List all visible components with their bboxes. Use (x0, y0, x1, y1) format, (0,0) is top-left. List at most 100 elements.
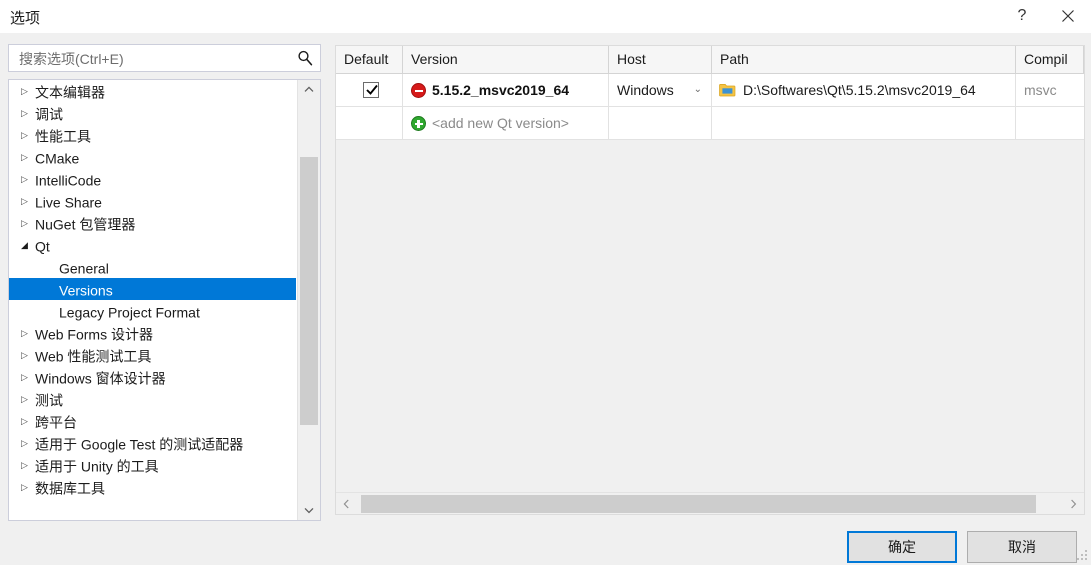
chevron-down-icon[interactable]: ⌄ (694, 74, 702, 106)
tree-item-cmake[interactable]: ▷ CMake (9, 146, 297, 168)
tree-item-google-test[interactable]: ▷ 适用于 Google Test 的测试适配器 (9, 432, 297, 454)
grid-scrollbar-thumb[interactable] (361, 495, 1036, 513)
search-box[interactable] (8, 44, 321, 73)
tree-item-label: Qt (35, 238, 50, 255)
cell-default[interactable] (336, 107, 403, 139)
column-header-version[interactable]: Version (403, 46, 609, 73)
tree-item-windows[interactable]: ▷ Windows 窗体设计器 (9, 366, 297, 388)
cell-path[interactable] (712, 107, 1016, 139)
add-circle-icon[interactable] (411, 116, 426, 131)
tree-item-label: Windows 窗体设计器 (35, 370, 166, 387)
tree-scrollbar-thumb[interactable] (300, 157, 318, 425)
add-new-version-label: <add new Qt version> (432, 115, 569, 131)
chevron-down-icon (304, 507, 314, 514)
qt-versions-grid: Default Version Host Path Compil 5.15.2_… (335, 45, 1085, 515)
cell-add-new-version[interactable]: <add new Qt version> (403, 107, 609, 139)
options-tree[interactable]: ▷ 文本编辑器 ▷ 调试 ▷ 性能工具 ▷ CMake ▷ IntelliCode ▷ Live Sh… (8, 79, 321, 521)
collapsed-arrow-icon[interactable]: ▷ (21, 124, 35, 146)
tree-item-label: General (59, 260, 109, 277)
tree-item-versions[interactable]: Versions (9, 278, 296, 300)
tree-item-qt[interactable]: ◢ Qt (9, 234, 297, 256)
tree-item-label: 跨平台 (35, 414, 77, 431)
tree-item-nuget[interactable]: ▷ NuGet 包管理器 (9, 212, 297, 234)
remove-circle-icon[interactable] (411, 83, 426, 98)
path-label: D:\Softwares\Qt\5.15.2\msvc2019_64 (743, 82, 976, 98)
default-checkbox[interactable] (363, 82, 379, 98)
cell-path[interactable]: D:\Softwares\Qt\5.15.2\msvc2019_64 (712, 74, 1016, 106)
collapsed-arrow-icon[interactable]: ▷ (21, 454, 35, 476)
column-header-compiler[interactable]: Compil (1016, 46, 1084, 73)
cancel-button[interactable]: 取消 (967, 531, 1077, 563)
close-button[interactable] (1045, 0, 1091, 32)
search-icon[interactable] (296, 49, 314, 67)
tree-item-label: 数据库工具 (35, 480, 105, 497)
tree-item-intellicode[interactable]: ▷ IntelliCode (9, 168, 297, 190)
tree-item-general[interactable]: General (9, 256, 297, 278)
collapsed-arrow-icon[interactable]: ▷ (21, 80, 35, 102)
tree-item-[interactable]: ▷ 数据库工具 (9, 476, 297, 498)
tree-item-label: 性能工具 (35, 128, 91, 145)
ok-button[interactable]: 确定 (847, 531, 957, 563)
expanded-arrow-icon[interactable]: ◢ (21, 234, 35, 256)
tree-item-label: 文本编辑器 (35, 84, 105, 101)
close-icon (1062, 10, 1074, 22)
cell-host[interactable]: Windows ⌄ (609, 74, 712, 106)
tree-item-[interactable]: ▷ 跨平台 (9, 410, 297, 432)
tree-vertical-scrollbar[interactable] (297, 80, 320, 520)
tree-item-label: Versions (59, 282, 113, 299)
check-icon (366, 84, 378, 95)
cell-compiler[interactable]: msvc (1016, 74, 1084, 106)
collapsed-arrow-icon[interactable]: ▷ (21, 432, 35, 454)
tree-item-label: Web 性能测试工具 (35, 348, 152, 365)
collapsed-arrow-icon[interactable]: ▷ (21, 102, 35, 124)
grid-horizontal-scrollbar[interactable] (336, 492, 1084, 514)
folder-icon[interactable] (719, 83, 736, 97)
table-row[interactable]: 5.15.2_msvc2019_64 Windows ⌄ D:\Software… (336, 74, 1084, 107)
collapsed-arrow-icon[interactable]: ▷ (21, 344, 35, 366)
scroll-down-button[interactable] (298, 501, 320, 520)
column-header-host[interactable]: Host (609, 46, 712, 73)
tree-item-live-share[interactable]: ▷ Live Share (9, 190, 297, 212)
column-header-default[interactable]: Default (336, 46, 403, 73)
tree-item-[interactable]: ▷ 性能工具 (9, 124, 297, 146)
tree-item-legacy-project-format[interactable]: Legacy Project Format (9, 300, 297, 322)
tree-items-container: ▷ 文本编辑器 ▷ 调试 ▷ 性能工具 ▷ CMake ▷ IntelliCode ▷ Live Sh… (9, 80, 297, 520)
collapsed-arrow-icon[interactable]: ▷ (21, 476, 35, 498)
tree-item-unity[interactable]: ▷ 适用于 Unity 的工具 (9, 454, 297, 476)
collapsed-arrow-icon[interactable]: ▷ (21, 410, 35, 432)
tree-item-label: 调试 (35, 106, 63, 123)
scroll-left-button[interactable] (336, 493, 357, 514)
collapsed-arrow-icon[interactable]: ▷ (21, 388, 35, 410)
collapsed-arrow-icon[interactable]: ▷ (21, 322, 35, 344)
table-row[interactable]: <add new Qt version> (336, 107, 1084, 140)
question-mark-icon: ? (1017, 7, 1027, 24)
cell-host[interactable] (609, 107, 712, 139)
tree-item-web-forms[interactable]: ▷ Web Forms 设计器 (9, 322, 297, 344)
cell-default[interactable] (336, 74, 403, 106)
resize-grip[interactable] (1076, 550, 1088, 562)
chevron-up-icon (304, 86, 314, 92)
collapsed-arrow-icon[interactable]: ▷ (21, 146, 35, 168)
window-title: 选项 (10, 10, 41, 27)
column-header-path[interactable]: Path (712, 46, 1016, 73)
tree-item-label: Legacy Project Format (59, 304, 200, 321)
cell-version[interactable]: 5.15.2_msvc2019_64 (403, 74, 609, 106)
collapsed-arrow-icon[interactable]: ▷ (21, 168, 35, 190)
search-input[interactable] (17, 45, 286, 73)
collapsed-arrow-icon[interactable]: ▷ (21, 190, 35, 212)
tree-item-web[interactable]: ▷ Web 性能测试工具 (9, 344, 297, 366)
scroll-right-button[interactable] (1063, 493, 1084, 514)
chevron-right-icon (1071, 499, 1077, 508)
tree-item-label: 适用于 Google Test 的测试适配器 (35, 436, 244, 453)
tree-item-label: 适用于 Unity 的工具 (35, 458, 159, 475)
tree-item-[interactable]: ▷ 文本编辑器 (9, 80, 297, 102)
dialog-body: ▷文本编辑器▷调试▷性能工具▷CMake▷IntelliCode▷Live Sh… (0, 33, 1091, 565)
collapsed-arrow-icon[interactable]: ▷ (21, 366, 35, 388)
collapsed-arrow-icon[interactable]: ▷ (21, 212, 35, 234)
cell-compiler[interactable] (1016, 107, 1084, 139)
tree-item-[interactable]: ▷ 调试 (9, 102, 297, 124)
help-button[interactable]: ? (999, 0, 1045, 32)
compiler-label: msvc (1024, 82, 1057, 98)
tree-item-[interactable]: ▷ 测试 (9, 388, 297, 410)
scroll-up-button[interactable] (298, 80, 320, 99)
